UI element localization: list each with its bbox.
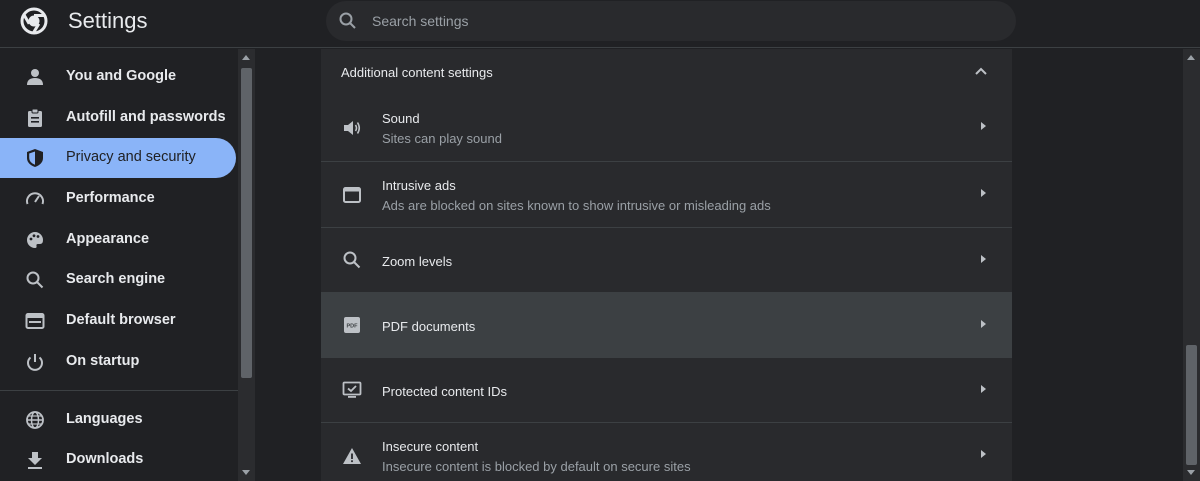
shield-icon (27, 149, 43, 167)
chevron-right-icon (981, 320, 986, 328)
sidebar-item-label: Search engine (66, 271, 166, 287)
sidebar-item-search-engine[interactable]: Search engine (0, 260, 236, 300)
setting-row-insecure-content[interactable]: Insecure content Insecure content is blo… (321, 422, 1012, 481)
chevron-right-icon (981, 385, 986, 393)
speaker-icon (344, 121, 361, 135)
scroll-up-arrow-icon[interactable] (1187, 55, 1195, 60)
sidebar-item-appearance[interactable]: Appearance (0, 220, 236, 260)
setting-row-sound[interactable]: Sound Sites can play sound (321, 95, 1012, 160)
chevron-up-icon[interactable] (972, 63, 990, 81)
power-icon (27, 354, 43, 371)
setting-title: Intrusive ads (382, 178, 456, 193)
setting-row-intrusive-ads[interactable]: Intrusive ads Ads are blocked on sites k… (321, 161, 1012, 226)
page-scrollbar[interactable] (1183, 49, 1200, 481)
content-settings-panel: Additional content settings Sound Sites … (321, 49, 1012, 481)
browser-icon (25, 313, 45, 329)
monitor-check-icon (342, 381, 362, 398)
sidebar-item-on-startup[interactable]: On startup (0, 342, 236, 382)
svg-text:PDF: PDF (347, 324, 359, 330)
sidebar-item-default-browser[interactable]: Default browser (0, 301, 236, 341)
scroll-down-arrow-icon[interactable] (242, 470, 250, 475)
setting-subtitle: Sites can play sound (382, 131, 502, 146)
search-bar[interactable] (326, 1, 1016, 41)
sidebar-nav: You and Google Autofill and passwords Pr… (0, 49, 238, 481)
search-icon (26, 271, 44, 289)
sidebar-divider (0, 390, 238, 391)
setting-title: Insecure content (382, 439, 479, 454)
pdf-icon: PDF (344, 317, 360, 333)
sidebar-item-label: Privacy and security (66, 149, 196, 165)
setting-title: Zoom levels (382, 254, 453, 269)
section-title: Additional content settings (341, 65, 493, 80)
setting-title: Sound (382, 111, 420, 126)
magnifier-icon (343, 251, 361, 269)
sidebar-item-languages[interactable]: Languages (0, 400, 236, 440)
setting-row-pdf-documents[interactable]: PDF PDF documents (321, 292, 1012, 357)
chevron-right-icon (981, 189, 986, 197)
sidebar-item-label: You and Google (66, 68, 177, 84)
setting-subtitle: Ads are blocked on sites known to show i… (382, 198, 771, 213)
sidebar-item-you-and-google[interactable]: You and Google (0, 57, 236, 97)
clipboard-icon (28, 108, 42, 127)
scrollbar-thumb[interactable] (241, 68, 252, 378)
sidebar-item-label: Languages (66, 411, 143, 427)
palette-icon (27, 232, 43, 248)
app-title: Settings (68, 8, 148, 33)
setting-row-protected-content-ids[interactable]: Protected content IDs (321, 357, 1012, 422)
scrollbar-thumb[interactable] (1186, 345, 1197, 465)
warning-icon (343, 448, 361, 464)
setting-title: PDF documents (382, 319, 476, 334)
section-header[interactable]: Additional content settings (321, 49, 1012, 95)
top-bar: Settings (0, 0, 1200, 48)
setting-row-zoom-levels[interactable]: Zoom levels (321, 227, 1012, 292)
sidebar-item-label: Appearance (66, 231, 150, 247)
scroll-down-arrow-icon[interactable] (1187, 470, 1195, 475)
sidebar-item-label: On startup (66, 353, 140, 369)
search-input[interactable] (372, 1, 992, 41)
sidebar-item-label: Autofill and passwords (66, 109, 226, 125)
chevron-right-icon (981, 122, 986, 130)
window-icon (343, 187, 361, 203)
sidebar-item-downloads[interactable]: Downloads (0, 440, 236, 480)
chevron-right-icon (981, 450, 986, 458)
speedometer-icon (26, 192, 44, 205)
search-icon (339, 12, 356, 29)
sidebar-item-label: Performance (66, 190, 155, 206)
download-icon (28, 452, 42, 469)
scroll-up-arrow-icon[interactable] (242, 55, 250, 60)
sidebar-item-label: Default browser (66, 312, 176, 328)
sidebar-item-performance[interactable]: Performance (0, 179, 236, 219)
chevron-right-icon (981, 255, 986, 263)
sidebar-item-privacy-and-security[interactable]: Privacy and security (0, 138, 236, 178)
sidebar-item-label: Downloads (66, 451, 144, 467)
setting-subtitle: Insecure content is blocked by default o… (382, 459, 691, 474)
sidebar-item-autofill[interactable]: Autofill and passwords (0, 98, 236, 138)
chrome-logo-icon (20, 7, 48, 35)
setting-title: Protected content IDs (382, 384, 508, 399)
sidebar-scrollbar[interactable] (238, 49, 255, 481)
person-icon (27, 69, 43, 85)
globe-icon (26, 411, 44, 429)
